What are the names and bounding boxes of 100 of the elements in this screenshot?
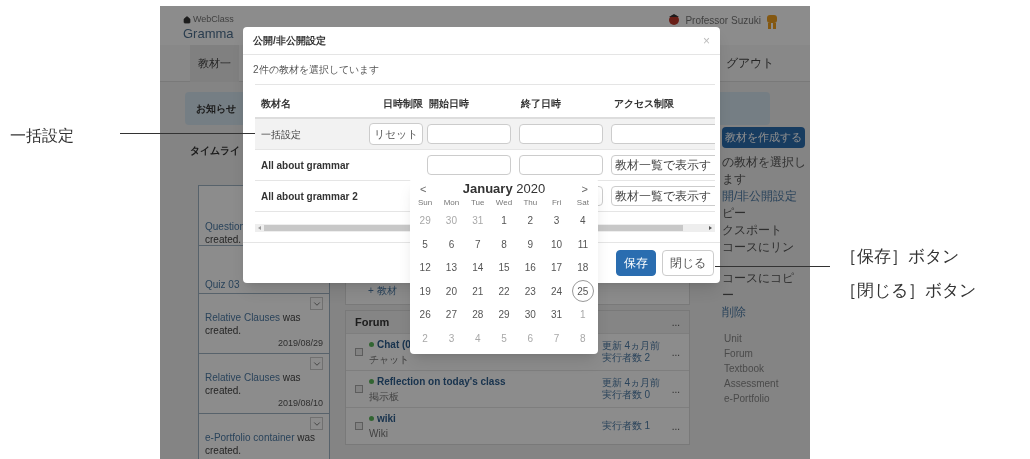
calendar-day[interactable]: 3 — [545, 209, 568, 232]
forum-title-link[interactable]: wiki — [377, 411, 396, 426]
start-date-field[interactable] — [427, 155, 511, 175]
home-icon[interactable] — [183, 15, 191, 24]
calendar-day[interactable]: 9 — [519, 233, 542, 256]
entry-link[interactable]: Relative Clauses — [205, 312, 281, 323]
next-month-button[interactable]: > — [581, 180, 588, 198]
calendar-day[interactable]: 2 — [519, 209, 542, 232]
end-date-field[interactable] — [519, 155, 603, 175]
more-button[interactable]: ... — [671, 381, 680, 397]
more-button[interactable]: ... — [671, 344, 680, 360]
create-material-button[interactable]: 教材を作成する — [722, 127, 805, 148]
calendar-day[interactable]: 29 — [493, 303, 515, 326]
participant-count: 実行者数 0 — [601, 389, 651, 401]
nav-tab[interactable]: 教材一 — [190, 44, 239, 82]
previous-month-button[interactable]: < — [420, 180, 427, 198]
dropdown-button[interactable] — [310, 297, 323, 310]
entry-link[interactable]: e-Portfolio container — [205, 432, 295, 443]
calendar-day[interactable]: 20 — [440, 280, 463, 303]
calendar-day[interactable]: 26 — [414, 303, 437, 326]
more-button[interactable]: ... — [671, 418, 680, 434]
user-name[interactable]: Professor Suzuki — [685, 13, 761, 28]
checkbox[interactable] — [355, 422, 363, 430]
annotation-label: ［閉じる］ボタン — [840, 279, 977, 302]
calendar-day[interactable]: 13 — [440, 256, 463, 279]
timeline-entry: e-Portfolio container was created. — [205, 431, 317, 457]
calendar-day[interactable]: 14 — [466, 256, 489, 279]
access-select[interactable]: 教材一覧で表示す — [611, 155, 715, 175]
logout-link[interactable]: グアウト — [726, 54, 774, 72]
column-header: 終了日時 — [519, 97, 562, 111]
calendar-day[interactable]: 31 — [545, 303, 568, 326]
weekday-label: Mon — [442, 197, 461, 209]
calendar-day[interactable]: 18 — [571, 256, 594, 279]
dialog-title: 公開/非公開設定 — [253, 34, 326, 48]
end-date-field[interactable] — [519, 124, 603, 144]
save-button[interactable]: 保存 — [616, 250, 656, 276]
access-field[interactable] — [611, 124, 715, 144]
user-figure-icon — [765, 13, 779, 29]
action-link[interactable]: 開/非公開設定 — [722, 187, 798, 205]
entry-text: created. — [205, 233, 242, 246]
annotation-label: ［保存］ボタン — [840, 246, 960, 268]
entry-date: 2019/08/29 — [277, 337, 323, 350]
calendar-day[interactable]: 1 — [493, 209, 515, 232]
forum-type: 掲示板 — [369, 390, 400, 404]
action-text: ピー — [722, 204, 746, 222]
forum-title-link[interactable]: Chat (0 — [377, 337, 411, 352]
more-button[interactable]: ... — [671, 314, 680, 330]
calendar-day[interactable]: 6 — [440, 233, 463, 256]
avatar-icon — [667, 13, 682, 25]
forum-type: チャット — [369, 353, 410, 367]
weekday-label: Fri — [550, 197, 563, 209]
weekday-label: Wed — [494, 197, 514, 209]
weekday-label: Sun — [417, 197, 434, 209]
panel-title: Forum — [355, 314, 390, 330]
dropdown-button[interactable] — [310, 357, 323, 370]
calendar-day[interactable]: 5 — [414, 233, 437, 256]
calendar-day[interactable]: 12 — [414, 256, 437, 279]
weekday-label: Sat — [575, 197, 590, 209]
calendar-day[interactable]: 10 — [545, 233, 568, 256]
calendar-day[interactable]: 23 — [519, 280, 542, 303]
checkbox[interactable] — [355, 348, 363, 356]
column-header: アクセス制限 — [613, 97, 675, 111]
row-label: 一括設定 — [261, 127, 301, 142]
action-text: コースにリン — [722, 238, 794, 256]
calendar-day[interactable]: 4 — [571, 209, 594, 232]
row-label: All about grammar 2 — [261, 189, 358, 204]
calendar-day[interactable]: 11 — [571, 233, 594, 256]
access-select[interactable]: 教材一覧で表示す — [611, 186, 715, 206]
checkbox[interactable] — [355, 385, 363, 393]
calendar-day[interactable]: 28 — [466, 303, 489, 326]
calendar-day[interactable]: 21 — [466, 280, 489, 303]
calendar-day[interactable]: 15 — [493, 256, 515, 279]
participant-count: 実行者数 2 — [601, 352, 651, 364]
action-link[interactable]: 削除 — [722, 303, 746, 321]
forum-type: Wiki — [369, 427, 389, 441]
start-date-field[interactable] — [427, 124, 511, 144]
add-material-link[interactable]: + 教材 — [368, 283, 397, 298]
close-dialog-button[interactable]: 閉じる — [662, 250, 714, 276]
entry-link[interactable]: Relative Clauses — [205, 372, 281, 383]
dropdown-button[interactable] — [310, 417, 323, 430]
row-label: All about grammar — [261, 158, 350, 173]
column-header: 日時制限 — [382, 97, 424, 111]
calendar-day[interactable]: 17 — [545, 256, 568, 279]
reset-button[interactable]: リセット — [369, 122, 423, 146]
calendar-day[interactable]: 7 — [466, 233, 489, 256]
calendar-day[interactable]: 27 — [440, 303, 463, 326]
calendar-day[interactable]: 8 — [493, 233, 515, 256]
forum-title-link[interactable]: Reflection on today's class — [377, 374, 506, 389]
calendar-day[interactable]: 19 — [414, 280, 437, 303]
column-header: 教材名 — [260, 97, 292, 111]
entry-link[interactable]: Question — [205, 220, 246, 233]
calendar-day[interactable]: 24 — [545, 280, 568, 303]
timeline-entry: Relative Clauses was created. — [205, 311, 302, 337]
calendar-day[interactable]: 30 — [519, 303, 542, 326]
calendar-day[interactable]: 22 — [493, 280, 515, 303]
calendar-day[interactable]: 16 — [519, 256, 542, 279]
brand-link[interactable]: WebClass — [193, 13, 234, 27]
weekday-label: Tue — [469, 197, 486, 209]
entry-link[interactable]: Quiz 03 — [205, 279, 240, 290]
action-text: コースにコピ — [722, 269, 794, 287]
